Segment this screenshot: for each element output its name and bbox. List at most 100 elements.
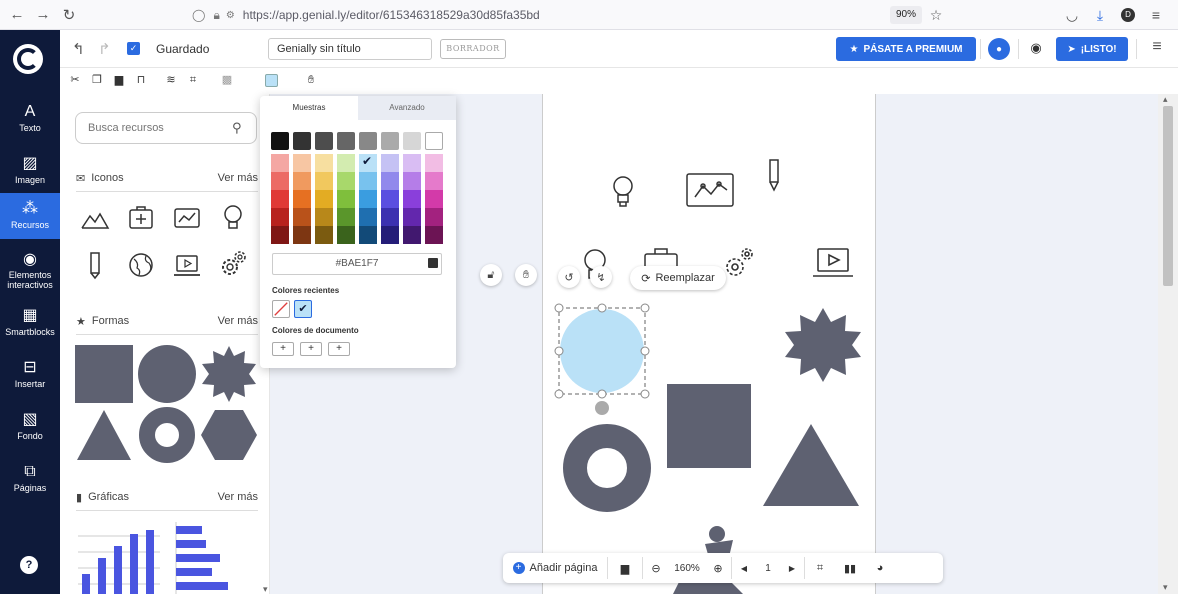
color-swatch[interactable] [271, 172, 289, 190]
color-swatch[interactable] [271, 208, 289, 226]
square-shape[interactable] [75, 345, 133, 403]
charts-see-more-link[interactable]: Ver más [218, 491, 258, 503]
undo-icon[interactable]: ↰ [72, 40, 85, 58]
preview-eye-icon[interactable]: ◉ [1027, 40, 1045, 58]
color-swatch[interactable] [381, 190, 399, 208]
genially-title-input[interactable] [268, 38, 432, 60]
tab-advanced[interactable]: Avanzado [358, 96, 456, 120]
group-icon[interactable]: ⌗ [186, 73, 200, 87]
horizontal-bar-chart-thumbnail[interactable] [172, 522, 254, 594]
color-swatch[interactable] [315, 190, 333, 208]
pointer-action-icon[interactable]: ↯ [590, 266, 612, 288]
color-swatch[interactable] [359, 132, 377, 150]
first-aid-kit-icon[interactable] [126, 202, 156, 232]
replace-button[interactable]: ⟳ Reemplazar [630, 266, 726, 290]
rail-item-image[interactable]: ▨ Imagen [0, 148, 60, 194]
duplicate-icon[interactable]: ❐ [90, 73, 104, 87]
add-document-color-button[interactable]: + [272, 342, 294, 356]
previous-page-icon[interactable]: ◀ [732, 553, 756, 583]
vertical-bar-chart-thumbnail[interactable] [78, 522, 160, 594]
color-swatch[interactable] [425, 172, 443, 190]
pocket-icon[interactable]: ◡ [1062, 5, 1082, 25]
color-swatch[interactable] [271, 190, 289, 208]
color-swatch[interactable] [293, 226, 311, 244]
download-icon[interactable]: ⤓ [1090, 5, 1110, 25]
color-swatch[interactable] [337, 154, 355, 172]
resources-search-input[interactable] [75, 112, 257, 144]
color-swatch-selected[interactable] [359, 154, 377, 172]
two-page-view-icon[interactable]: ▮▮ [835, 553, 865, 583]
color-swatch[interactable] [381, 172, 399, 190]
color-swatch[interactable] [337, 172, 355, 190]
forward-arrow-icon[interactable]: → [30, 2, 56, 28]
genially-logo[interactable] [13, 44, 43, 74]
color-swatch[interactable] [337, 208, 355, 226]
color-swatch[interactable] [293, 132, 311, 150]
lightbulb-icon[interactable] [218, 202, 248, 232]
zoom-out-icon[interactable]: ⊖ [643, 553, 669, 583]
color-swatch[interactable] [381, 226, 399, 244]
fill-color-swatch[interactable] [265, 74, 278, 87]
color-swatch[interactable] [381, 154, 399, 172]
color-swatch[interactable] [359, 190, 377, 208]
scrollbar-thumb[interactable] [1163, 106, 1173, 286]
circle-shape[interactable] [138, 345, 196, 403]
hexagon-shape[interactable] [200, 406, 258, 464]
address-bar[interactable]: ◯ 🔒︎ ⚙ https://app.genial.ly/editor/6153… [192, 4, 954, 26]
color-swatch[interactable] [403, 172, 421, 190]
cut-icon[interactable]: ✂ [68, 73, 82, 87]
color-swatch[interactable] [359, 226, 377, 244]
color-swatch[interactable] [425, 208, 443, 226]
rotate-left-icon[interactable]: ↺ [558, 266, 580, 288]
color-swatch[interactable] [337, 190, 355, 208]
pencil-icon[interactable] [80, 250, 110, 280]
lock-icon[interactable]: ⊓ [134, 73, 148, 87]
interactivity-hand-icon[interactable]: ✋︎ [304, 73, 318, 87]
rail-item-pages[interactable]: ⧉ Páginas [0, 456, 60, 502]
tab-samples[interactable]: Muestras [260, 96, 358, 120]
color-swatch[interactable] [381, 208, 399, 226]
color-swatch[interactable] [293, 154, 311, 172]
icons-see-more-link[interactable]: Ver más [218, 172, 258, 184]
color-swatch[interactable] [403, 226, 421, 244]
color-swatch[interactable] [293, 208, 311, 226]
ready-button[interactable]: ➤ ¡LISTO! [1056, 37, 1128, 61]
rail-item-resources[interactable]: ⁂ Recursos [0, 193, 60, 239]
delete-page-icon[interactable]: ▆ [608, 553, 642, 583]
star-burst-shape[interactable] [200, 344, 258, 404]
color-swatch[interactable] [271, 226, 289, 244]
donut-shape[interactable] [138, 406, 196, 464]
recent-color-none[interactable] [272, 300, 290, 318]
line-graph-icon[interactable] [172, 203, 202, 233]
vertical-scrollbar[interactable]: ▴ ▾ [1158, 94, 1178, 594]
color-swatch[interactable] [403, 190, 421, 208]
add-page-button[interactable]: + Añadir página [503, 553, 607, 583]
color-swatch[interactable] [315, 154, 333, 172]
mountains-icon[interactable] [80, 204, 110, 234]
globe-icon[interactable] [126, 250, 156, 280]
gears-icon[interactable] [218, 249, 248, 279]
add-document-color-button[interactable]: + [328, 342, 350, 356]
video-laptop-icon[interactable] [172, 251, 202, 281]
triangle-shape[interactable] [75, 408, 133, 462]
layers-icon[interactable]: ≋ [164, 73, 178, 87]
color-swatch[interactable] [315, 226, 333, 244]
color-swatch[interactable] [403, 132, 421, 150]
color-swatch[interactable] [271, 132, 289, 150]
color-swatch[interactable] [337, 226, 355, 244]
scroll-down-icon[interactable]: ▾ [1163, 582, 1168, 593]
browser-menu-icon[interactable]: ≡ [1146, 5, 1166, 25]
help-icon[interactable]: ? [20, 556, 38, 574]
rail-item-text[interactable]: A Texto [0, 96, 60, 142]
rail-item-insert[interactable]: ⊟ Insertar [0, 352, 60, 398]
color-swatch[interactable] [425, 132, 443, 150]
rail-item-interactive[interactable]: ◉ Elementos interactivos [0, 248, 60, 294]
color-swatch[interactable] [403, 208, 421, 226]
color-swatch[interactable] [315, 172, 333, 190]
slide-canvas[interactable] [542, 94, 876, 594]
grid-icon[interactable]: ⌗ [805, 553, 835, 583]
rail-item-background[interactable]: ▧ Fondo [0, 404, 60, 450]
account-icon[interactable]: D [1118, 5, 1138, 25]
hamburger-menu-icon[interactable]: ≡ [1146, 38, 1168, 60]
shapes-see-more-link[interactable]: Ver más [218, 315, 258, 327]
